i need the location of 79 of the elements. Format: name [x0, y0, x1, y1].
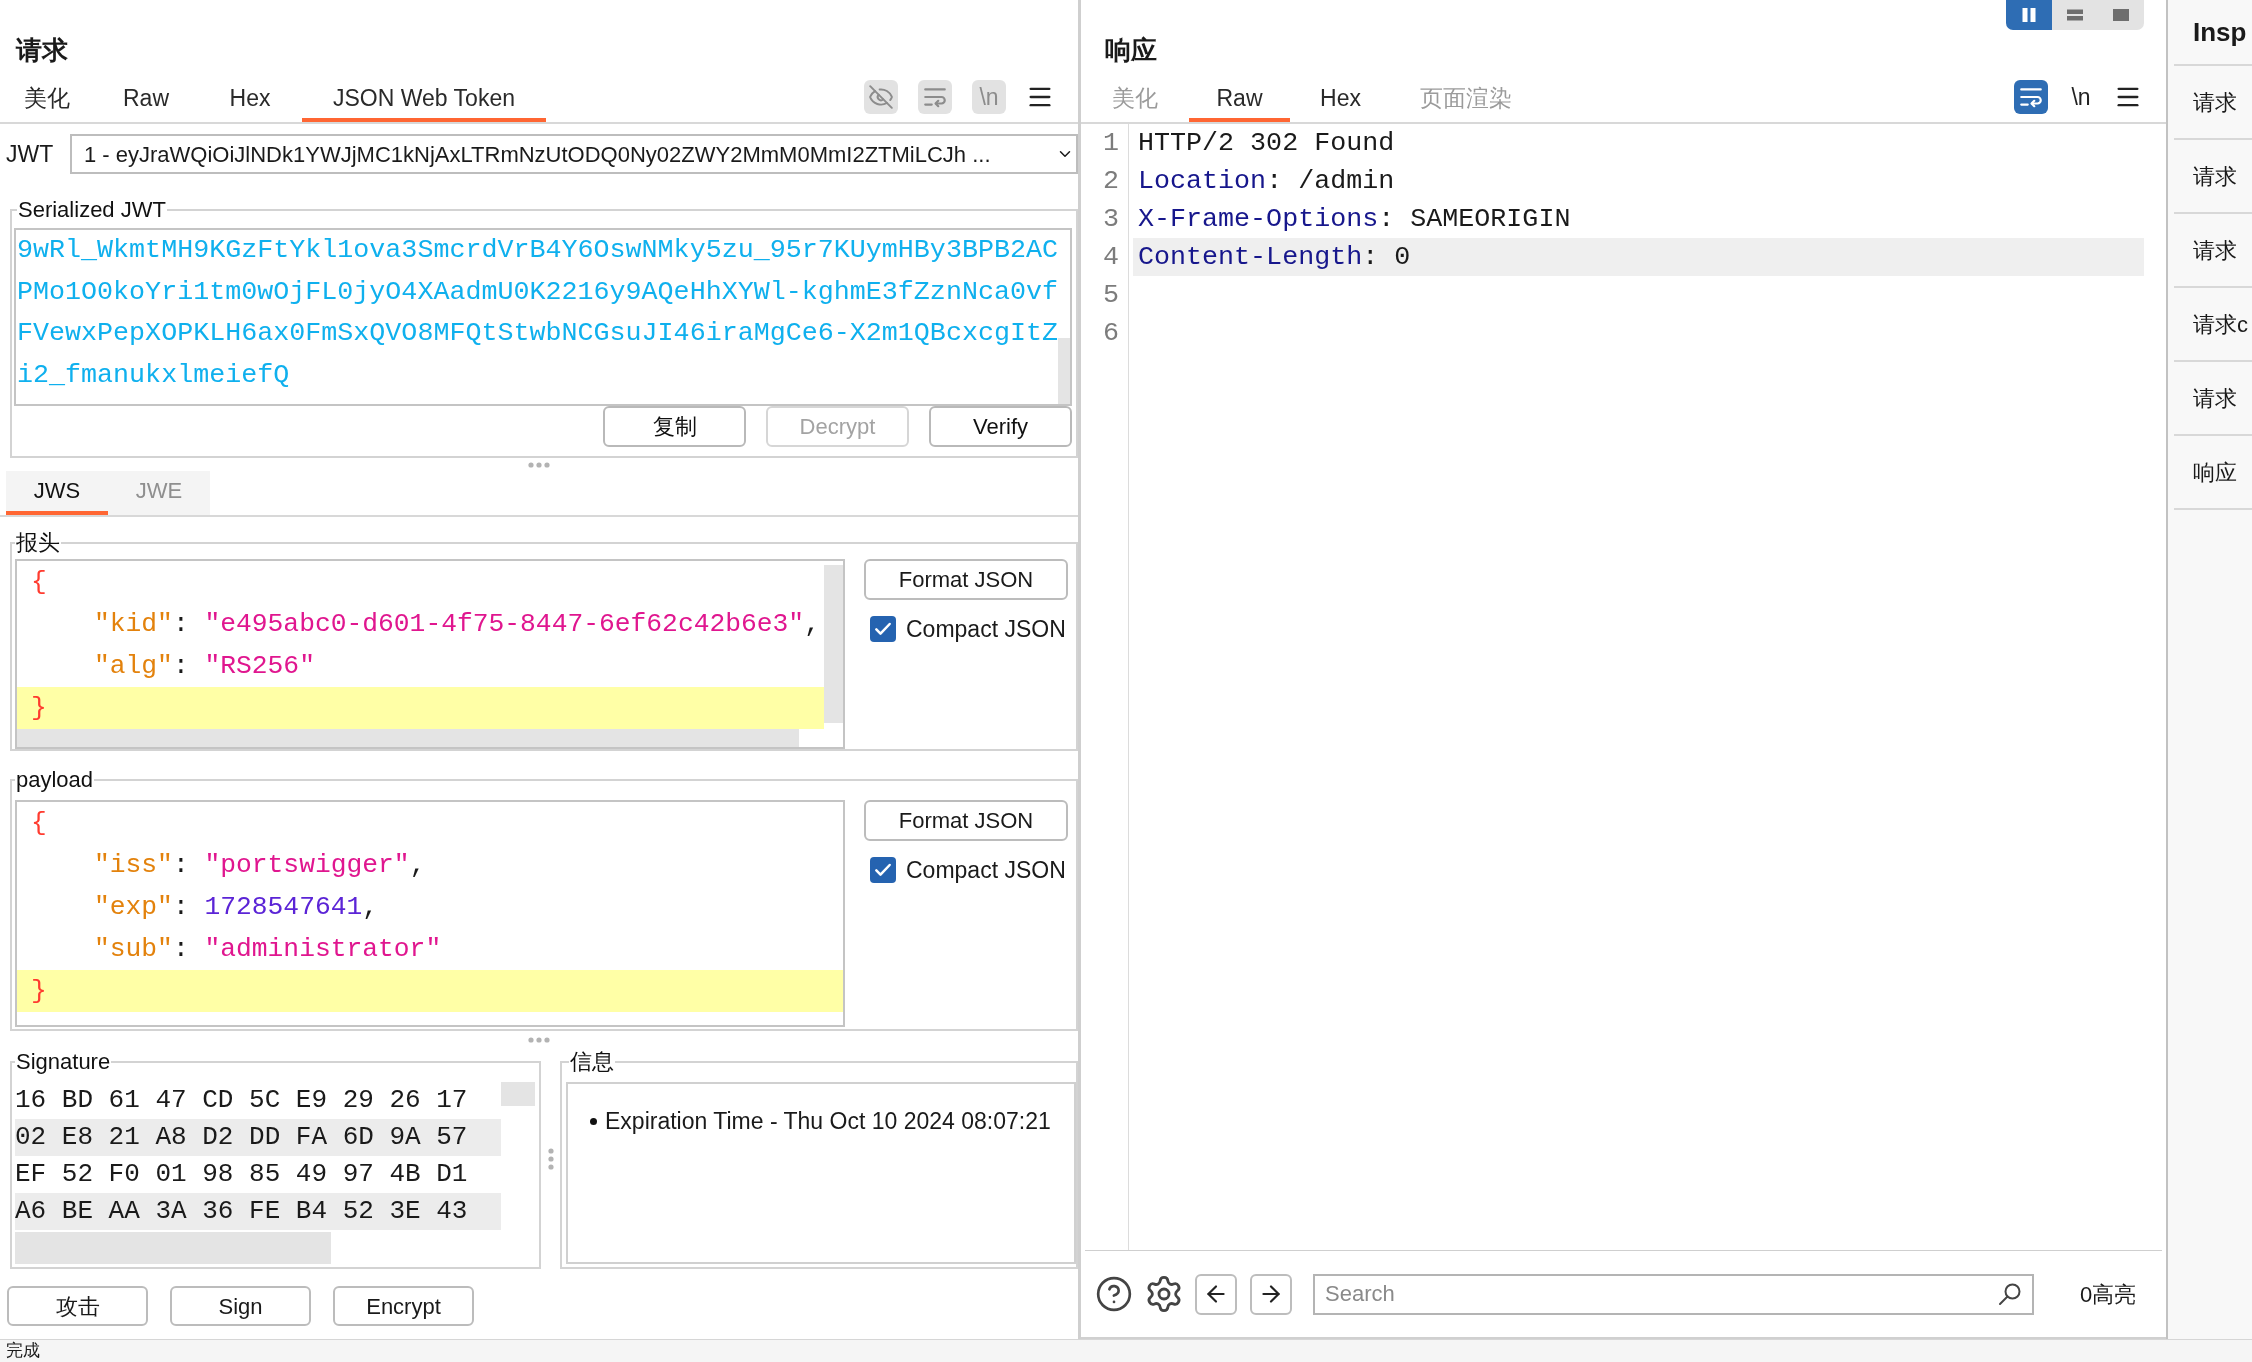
line-number: 2	[1103, 166, 1119, 196]
scrollbar[interactable]	[1058, 338, 1070, 404]
json-editor[interactable]: { "iss": "portswigger", "exp": 1728547641, "sub": "administrator" }	[15, 800, 845, 1027]
line-number: 6	[1103, 318, 1119, 348]
verify-button[interactable]: Verify	[929, 406, 1072, 447]
newline-toggle[interactable]: \n	[2067, 82, 2095, 112]
field-label: JWT	[6, 140, 54, 167]
search-icon	[1998, 1281, 2022, 1306]
inspector-section[interactable]: 请求c	[2174, 286, 2252, 360]
line-number: 3	[1103, 204, 1119, 234]
tab[interactable]: Hex	[1290, 78, 1391, 122]
tab[interactable]: 美化	[0, 78, 94, 122]
code-line: "sub": "administrator"	[94, 934, 442, 964]
checkbox-label: Compact JSON	[906, 614, 1066, 644]
drag-handle-icon[interactable]	[528, 1036, 550, 1043]
format-json-button[interactable]: Format JSON	[864, 559, 1068, 600]
hex-row-text: 16 BD 61 47 CD 5C E9 29 26 17	[15, 1084, 469, 1117]
group-label: Serialized JWT	[18, 197, 166, 222]
jwt-token-text: 9wRl_WkmtMH9KGzFtYkl1ova3SmcrdVrB4Y6OswNMky5zu_95r7KUymHBy3BPB2AC PMo1O0koYri1tm0wOjFL0jyO4XAadmU0K2216y9AQeHhXYWl-kghmE3fZznNca0vf FVewxPepXOPKLH6ax0FmSxQVO8MFQtStwbNCGsuJI46iraMgCe6-X2m1QBcxcgItZ i2_fmanukxlmeiefQ	[16, 234, 1058, 392]
line-number: 5	[1103, 280, 1119, 310]
search-field[interactable]: Search	[1313, 1273, 2034, 1315]
inspector-section[interactable]: 请求	[2174, 64, 2252, 138]
group-label: 报头	[16, 530, 60, 555]
json-editor[interactable]: { "kid": "e495abc0-d601-4f75-8447-6ef62c42b6e3", "alg": "RS256" }	[15, 559, 845, 749]
scrollbar[interactable]	[15, 1232, 331, 1264]
code-line: HTTP/2 302 Found	[1137, 127, 1395, 160]
code-line: Location: /admin	[1137, 165, 1395, 198]
code-line: "alg": "RS256"	[94, 651, 315, 681]
split-rows-icon[interactable]	[2052, 0, 2098, 30]
status-text: 完成	[6, 1341, 40, 1361]
code-line: "kid": "e495abc0-d601-4f75-8447-6ef62c42b6e3",	[94, 609, 820, 639]
drag-handle-icon[interactable]	[528, 461, 550, 468]
panel-title: 响应	[1105, 35, 1157, 65]
info-text: Expiration Time - Thu Oct 10 2024 08:07:21	[605, 1106, 1051, 1136]
line-number: 4	[1103, 242, 1119, 272]
tab[interactable]: Hex	[198, 78, 302, 122]
back-button[interactable]	[1195, 1273, 1237, 1315]
bullet-icon	[590, 1117, 597, 1125]
jwt-select[interactable]: 1 - eyJraWQiOiJlNDk1YWJjMC1kNjAxLTRmNzUtODQ0Ny02ZWY2MmM0MmI2ZTMiLCJh ...	[70, 134, 1078, 174]
forward-button[interactable]	[1250, 1273, 1292, 1315]
sign-button[interactable]: Sign	[170, 1286, 311, 1326]
scrollbar[interactable]	[17, 729, 799, 747]
hex-row-text: EF 52 F0 01 98 85 49 97 4B D1	[15, 1158, 469, 1191]
checkbox-label: Compact JSON	[906, 855, 1066, 885]
attack-button[interactable]: 攻击	[7, 1286, 148, 1326]
scrollbar[interactable]	[501, 1082, 535, 1106]
encrypt-button[interactable]: Encrypt	[333, 1286, 474, 1326]
split-columns-icon[interactable]	[2006, 0, 2052, 30]
wrap-text-icon[interactable]	[2014, 80, 2048, 114]
inspector-section[interactable]: 请求	[2174, 360, 2252, 434]
inspector-title: Insp	[2193, 15, 2247, 49]
help-icon[interactable]	[1095, 1275, 1133, 1313]
code-line: "iss": "portswigger",	[94, 850, 426, 880]
highlight-count: 0高亮	[2080, 1280, 2137, 1309]
scrollbar[interactable]	[824, 565, 843, 723]
checkbox[interactable]	[870, 616, 896, 642]
group-label: 信息	[570, 1049, 614, 1074]
code-line: "exp": 1728547641,	[94, 892, 379, 922]
checkbox[interactable]	[870, 857, 896, 883]
hex-row: A6 BE AA 3A 36 FE B4 52 3E 43	[15, 1193, 501, 1230]
code-line: X-Frame-Options: SAMEORIGIN	[1137, 203, 1571, 236]
format-json-button[interactable]: Format JSON	[864, 800, 1068, 841]
single-pane-icon[interactable]	[2098, 0, 2144, 30]
inspector-section[interactable]: 请求	[2174, 212, 2252, 286]
tab[interactable]: Raw	[1189, 78, 1290, 122]
line-number: 1	[1103, 128, 1119, 158]
tab[interactable]: JWS	[6, 471, 108, 515]
code-line: {	[31, 567, 47, 597]
group-label: payload	[16, 767, 94, 792]
group-label: Signature	[16, 1049, 111, 1074]
panel-title: 请求	[16, 35, 68, 65]
tab[interactable]: Raw	[94, 78, 198, 122]
drag-handle-icon[interactable]	[547, 1147, 554, 1170]
inspector-section[interactable]: 请求	[2174, 138, 2252, 212]
inspector-section[interactable]: 响应	[2174, 434, 2252, 508]
copy-button[interactable]: 复制	[603, 406, 746, 447]
code-line: {	[31, 808, 47, 838]
hex-row: 02 E8 21 A8 D2 DD FA 6D 9A 57	[15, 1119, 501, 1156]
tab[interactable]: JSON Web Token	[302, 78, 546, 122]
